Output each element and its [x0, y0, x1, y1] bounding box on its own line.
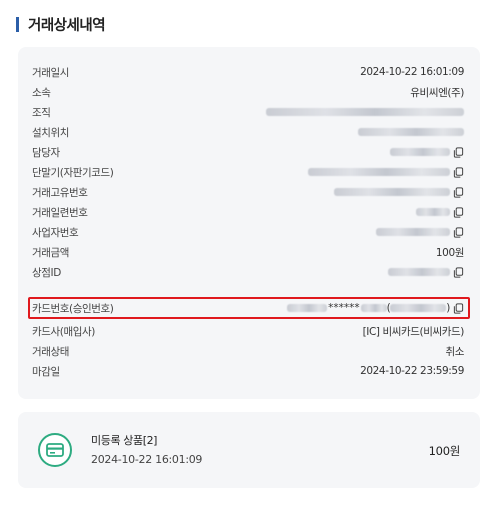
approval-close-paren: ): [446, 302, 450, 314]
copy-icon[interactable]: [453, 166, 464, 178]
copy-icon[interactable]: [453, 186, 464, 198]
product-card[interactable]: 미등록 상품[2] 2024-10-22 16:01:09 100원: [18, 412, 480, 488]
detail-value: 취소: [445, 345, 464, 358]
detail-label: 카드사(매입사): [32, 325, 95, 338]
detail-label: 거래상태: [32, 345, 70, 358]
detail-row-amount: 거래금액 100원: [32, 242, 464, 262]
detail-value: [IC] 비씨카드(비씨카드): [362, 325, 465, 338]
detail-value-redacted: [358, 128, 464, 136]
product-amount: 100원: [428, 444, 461, 458]
detail-value: 유비씨엔(주): [410, 86, 464, 99]
detail-label: 상점ID: [32, 266, 61, 279]
detail-label: 설치위치: [32, 126, 70, 139]
redacted-blur: [416, 208, 450, 216]
detail-value-redacted: [388, 266, 464, 278]
detail-row-txn-id: 거래고유번호: [32, 182, 464, 202]
detail-row-terminal: 단말기(자판기코드): [32, 162, 464, 182]
redacted-blur: [390, 304, 447, 312]
detail-label: 소속: [32, 86, 51, 99]
detail-row-serial: 거래일련번호: [32, 202, 464, 222]
detail-row-store-id: 상점ID: [32, 262, 464, 282]
detail-row-location: 설치위치: [32, 122, 464, 142]
detail-value-redacted: [376, 226, 464, 238]
detail-label: 거래일시: [32, 66, 70, 79]
detail-row-org: 조직: [32, 102, 464, 122]
detail-row-biz-no: 사업자번호: [32, 222, 464, 242]
detail-row-date: 거래일시 2024-10-22 16:01:09: [32, 62, 464, 82]
product-name: 미등록 상품[2]: [91, 434, 158, 447]
product-icon-circle: [38, 433, 72, 467]
redacted-blur: [308, 168, 450, 176]
detail-value: 100원: [435, 246, 465, 259]
detail-label: 마감일: [32, 365, 60, 378]
copy-icon[interactable]: [453, 266, 464, 278]
page-title: 거래상세내역: [28, 17, 106, 34]
redacted-blur: [360, 304, 387, 312]
product-date: 2024-10-22 16:01:09: [91, 453, 203, 466]
detail-value-redacted: [266, 108, 464, 116]
copy-icon[interactable]: [453, 206, 464, 218]
detail-row-card-no: 카드번호(승인번호) ****** ( ): [32, 298, 464, 318]
detail-row-manager: 담당자: [32, 142, 464, 162]
section-header: 거래상세내역: [16, 14, 106, 34]
detail-label: 카드번호(승인번호): [32, 302, 114, 315]
masked-digits: ******: [328, 302, 360, 314]
detail-row-affiliation: 소속 유비씨엔(주): [32, 82, 464, 102]
detail-label: 단말기(자판기코드): [32, 166, 114, 179]
redacted-blur: [287, 304, 328, 312]
detail-value-redacted: [334, 186, 464, 198]
detail-row-card-company: 카드사(매입사) [IC] 비씨카드(비씨카드): [32, 321, 464, 341]
detail-value-card-number: ****** ( ): [287, 302, 464, 314]
redacted-blur: [388, 268, 450, 276]
detail-value: 2024-10-22 16:01:09: [360, 66, 464, 78]
detail-row-status: 거래상태 취소: [32, 341, 464, 361]
detail-label: 조직: [32, 106, 51, 119]
redacted-blur: [376, 228, 450, 236]
copy-icon[interactable]: [453, 226, 464, 238]
detail-label: 거래일련번호: [32, 206, 88, 219]
detail-label: 거래금액: [32, 246, 70, 259]
copy-icon[interactable]: [453, 302, 464, 314]
detail-value-redacted: [416, 206, 464, 218]
detail-value-redacted: [390, 146, 464, 158]
copy-icon[interactable]: [453, 146, 464, 158]
detail-label: 사업자번호: [32, 226, 79, 239]
detail-label: 거래고유번호: [32, 186, 88, 199]
redacted-blur: [334, 188, 450, 196]
section-accent-bar: [16, 16, 19, 32]
detail-label: 담당자: [32, 146, 60, 159]
transaction-detail-card: 거래일시 2024-10-22 16:01:09 소속 유비씨엔(주) 조직 설…: [18, 47, 480, 399]
detail-value: 2024-10-22 23:59:59: [360, 365, 464, 377]
redacted-blur: [390, 148, 450, 156]
detail-row-closing: 마감일 2024-10-22 23:59:59: [32, 361, 464, 381]
detail-value-redacted: [308, 166, 464, 178]
redacted-blur: [266, 108, 464, 116]
card-payment-icon: [46, 443, 64, 457]
redacted-blur: [358, 128, 464, 136]
